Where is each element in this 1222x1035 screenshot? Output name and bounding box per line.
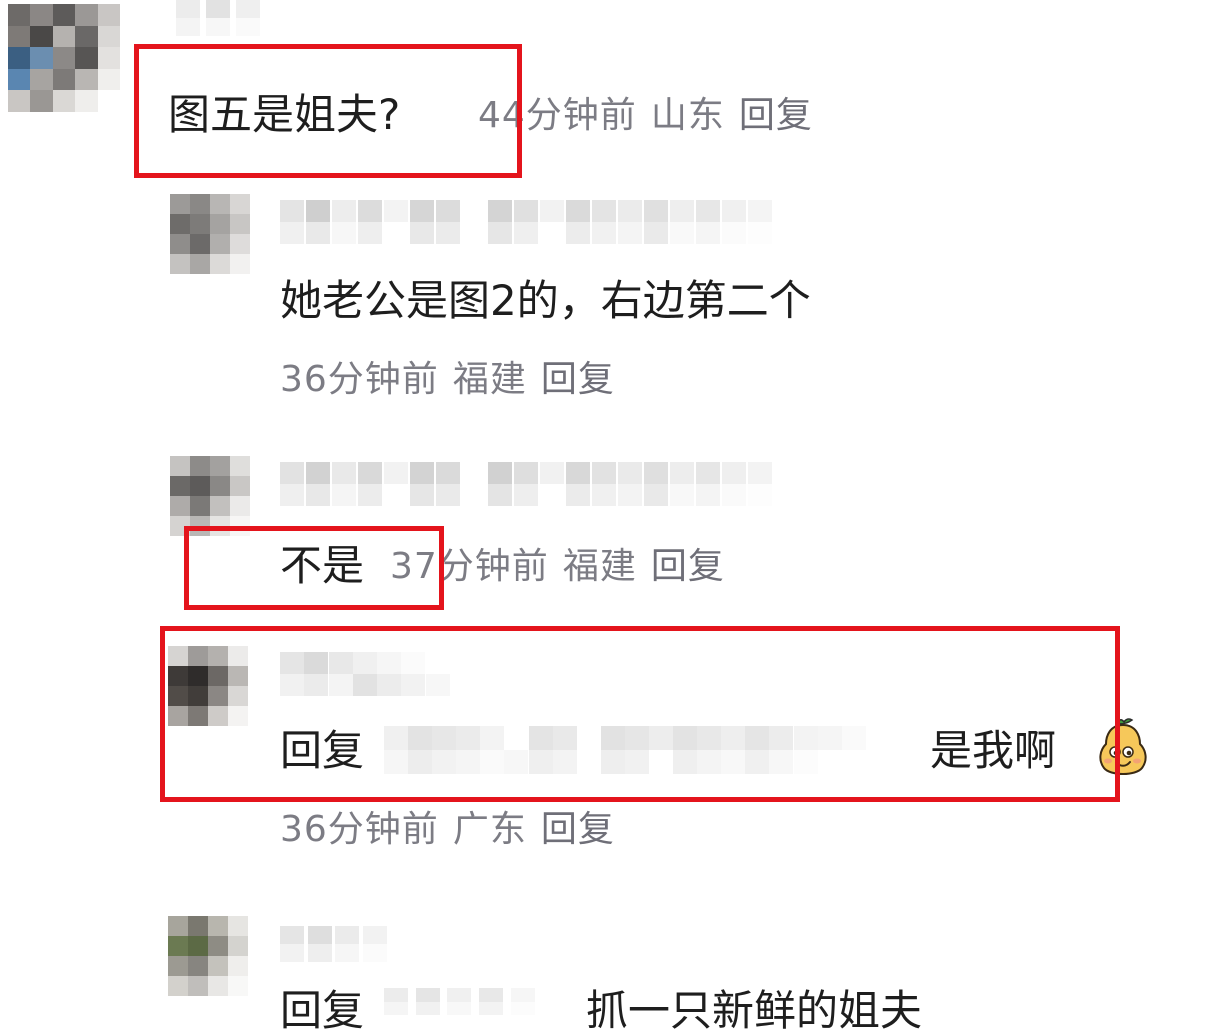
avatar[interactable] — [8, 4, 120, 112]
comment-text: 不是 — [280, 541, 365, 590]
comment-meta: 44分钟前 山东 回复 — [478, 98, 813, 134]
reply-prefix[interactable]: 回复 — [280, 990, 364, 1032]
comment-location: 山东 — [650, 95, 725, 136]
avatar[interactable] — [168, 646, 248, 726]
username-blurred[interactable] — [280, 926, 390, 962]
reply-prefix[interactable]: 回复 — [280, 730, 364, 772]
comment-text: 图五是姐夫? — [168, 90, 401, 139]
reply-link[interactable]: 回复 — [651, 546, 725, 587]
mention-blurred[interactable] — [384, 726, 914, 774]
comment-text: 她老公是图2的，右边第二个 — [280, 276, 811, 325]
reply-link[interactable]: 回复 — [541, 359, 615, 400]
mention-blurred[interactable] — [384, 988, 574, 1015]
comment-meta: 36分钟前 广东 回复 — [280, 812, 615, 848]
comment-location: 福建 — [452, 359, 527, 400]
comment-location: 福建 — [562, 546, 637, 587]
username-blurred[interactable] — [176, 0, 266, 36]
comment-time: 36分钟前 — [280, 359, 439, 400]
avatar[interactable] — [168, 916, 248, 996]
comment-time: 37分钟前 — [390, 546, 549, 587]
comment-meta: 36分钟前 福建 回复 — [280, 362, 615, 398]
comment-text: 抓一只新鲜的姐夫 — [586, 986, 923, 1035]
avatar[interactable] — [170, 456, 250, 536]
reply-link[interactable]: 回复 — [739, 95, 813, 136]
comment-location: 广东 — [452, 809, 527, 850]
username-blurred[interactable] — [280, 462, 800, 506]
avatar[interactable] — [170, 194, 250, 274]
comment-time: 44分钟前 — [478, 95, 637, 136]
pear-smile-emoji — [1099, 718, 1147, 775]
comment-meta: 37分钟前 福建 回复 — [390, 549, 725, 585]
reply-link[interactable]: 回复 — [541, 809, 615, 850]
username-blurred[interactable] — [280, 652, 450, 696]
comment-time: 36分钟前 — [280, 809, 439, 850]
comment-text: 是我啊 — [930, 726, 1057, 775]
username-blurred[interactable] — [280, 200, 800, 244]
